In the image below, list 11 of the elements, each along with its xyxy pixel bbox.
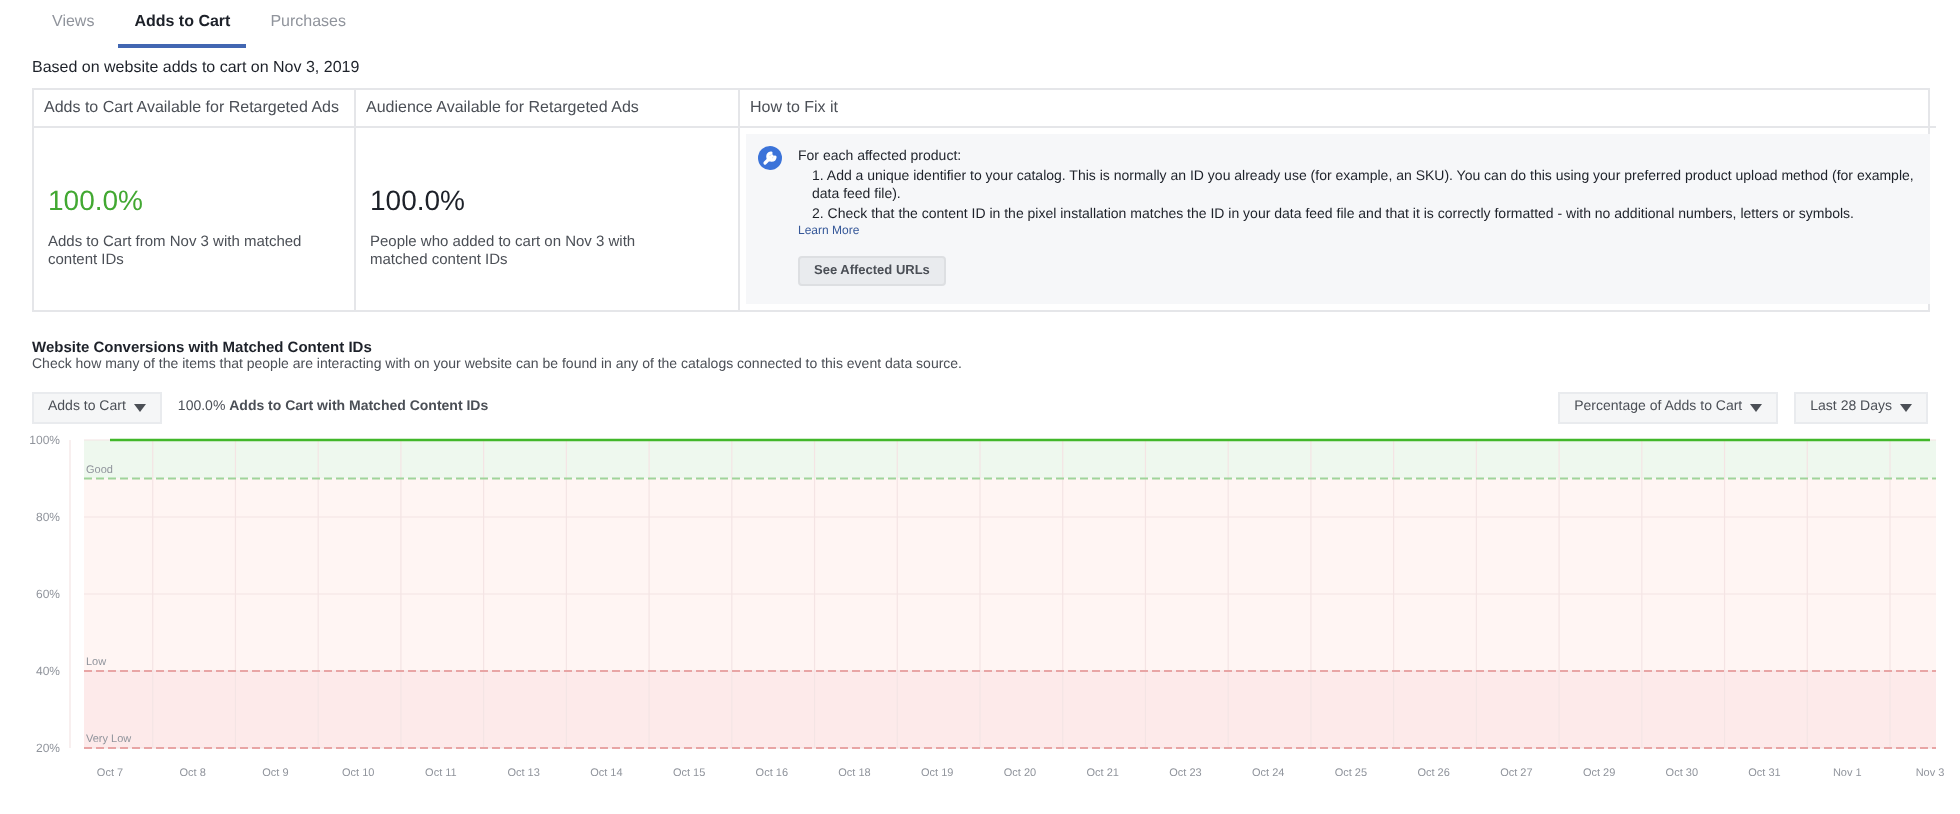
column-header: How to Fix it: [750, 96, 839, 120]
column-header: Adds to Cart Available for Retargeted Ads: [44, 96, 339, 120]
stat-value: 100.0%: [370, 182, 465, 220]
subtitle: Based on website adds to cart on Nov 3, 2019: [32, 58, 360, 76]
caret-icon: [1900, 404, 1912, 412]
caret-icon: [133, 404, 146, 412]
tab[interactable]: Adds to Cart: [118, 0, 247, 48]
caret-icon: [1750, 404, 1763, 412]
column-header: Audience Available for Retargeted Ads: [366, 96, 639, 120]
stat-value: 100.0%: [48, 182, 143, 220]
wrench-icon: [758, 146, 782, 170]
